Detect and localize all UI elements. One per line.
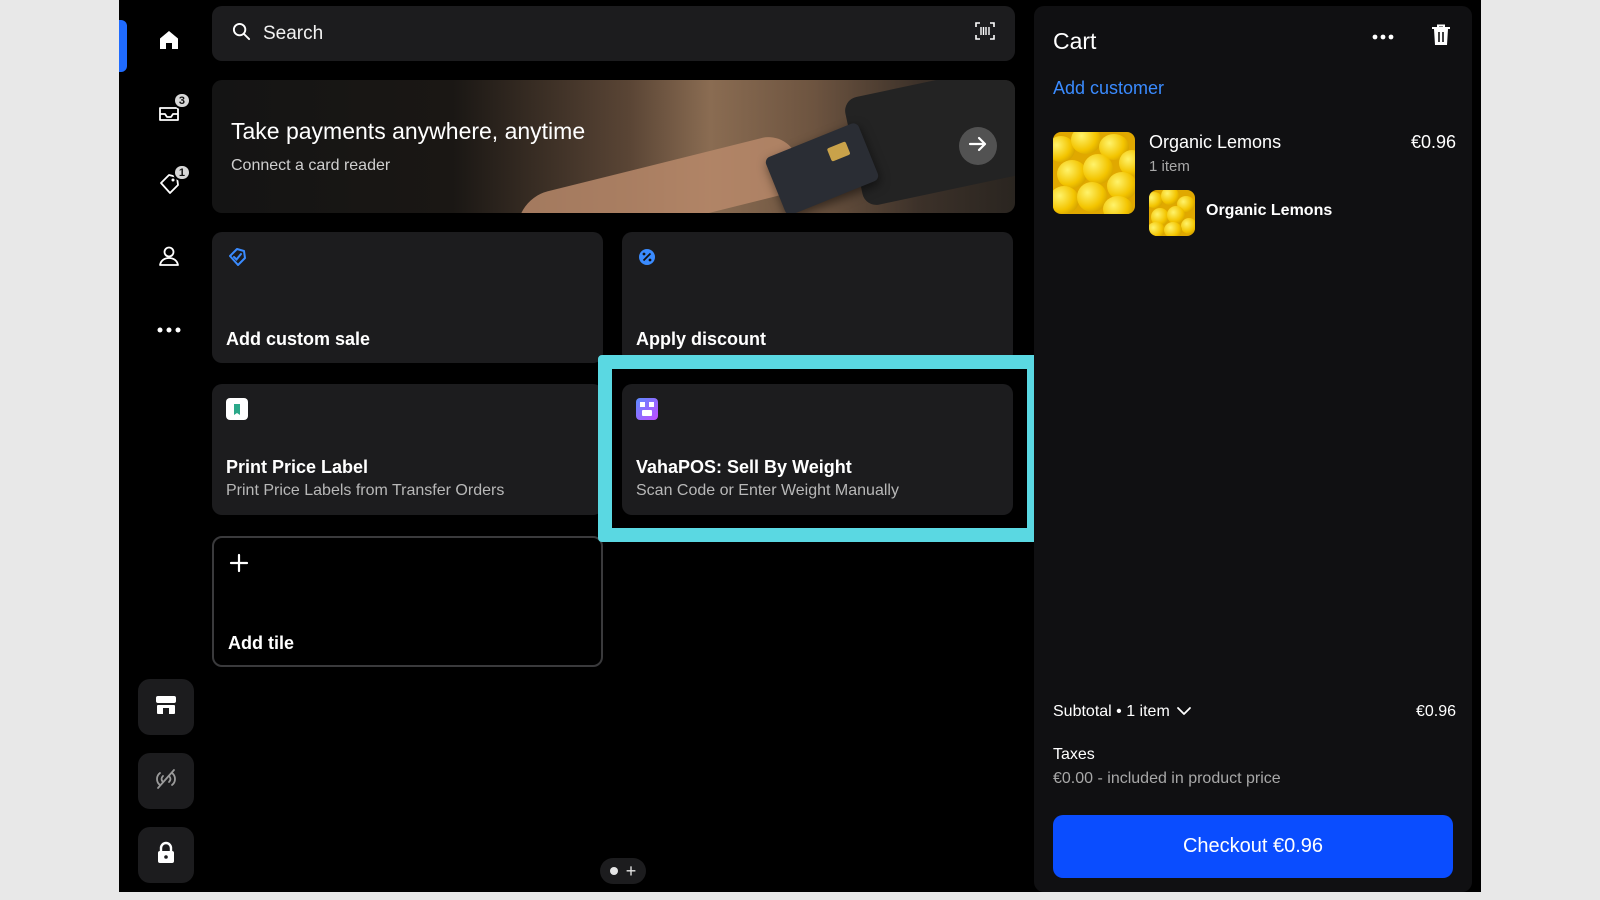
tile-subtitle: Print Price Labels from Transfer Orders — [226, 482, 505, 499]
pos-screen: 3 1 Search Take payments anywhere, anyti… — [119, 0, 1481, 892]
payment-card-image — [764, 121, 880, 213]
taxes-label: Taxes — [1053, 746, 1095, 763]
tile-title: Add tile — [228, 633, 294, 653]
store-icon — [154, 694, 178, 721]
banner-arrow-button[interactable] — [959, 127, 997, 165]
tile-print-price-label[interactable]: Print Price Label Print Price Labels fro… — [212, 384, 603, 515]
no-connection-icon — [153, 768, 179, 795]
add-page-icon[interactable]: + — [626, 862, 637, 880]
sidebar-item-more[interactable] — [141, 302, 197, 358]
subtotal-toggle[interactable]: Subtotal • 1 item — [1053, 703, 1192, 721]
product-thumbnail — [1053, 132, 1135, 214]
search-bar[interactable]: Search — [212, 6, 1015, 61]
page-indicator[interactable]: + — [600, 858, 646, 884]
modifier-thumbnail — [1149, 190, 1195, 236]
sidebar: 3 1 — [119, 0, 214, 892]
tile-title: VahaPOS: Sell By Weight — [636, 457, 852, 477]
cart-item-name[interactable]: Organic Lemons — [1149, 132, 1281, 153]
checkout-button[interactable]: Checkout €0.96 — [1053, 815, 1453, 878]
cart-title: Cart — [1053, 28, 1097, 54]
card-reader-banner[interactable]: Take payments anywhere, anytime Connect … — [212, 80, 1015, 213]
sidebar-item-inbox[interactable]: 3 — [141, 86, 197, 142]
search-placeholder: Search — [263, 22, 324, 44]
cart-item-quantity: 1 item — [1149, 158, 1190, 175]
add-customer-link[interactable]: Add customer — [1053, 78, 1164, 99]
arrow-right-icon — [968, 135, 988, 158]
tile-add-custom-sale[interactable]: Add custom sale — [212, 232, 603, 363]
tile-vahapos-sell-by-weight[interactable]: VahaPOS: Sell By Weight Scan Code or Ent… — [622, 384, 1013, 515]
sidebar-item-home[interactable] — [141, 14, 197, 70]
vahapos-app-icon — [636, 398, 658, 420]
lock-icon — [156, 841, 176, 870]
barcode-scan-icon[interactable] — [975, 22, 995, 45]
search-icon — [232, 22, 251, 46]
banner-subtitle: Connect a card reader — [231, 157, 391, 174]
discount-icon — [636, 246, 658, 268]
more-icon — [156, 321, 182, 339]
sidebar-item-tags[interactable]: 1 — [141, 158, 197, 214]
connection-button[interactable] — [138, 753, 194, 809]
page-dot[interactable] — [609, 867, 618, 875]
cart-item-modifier: Organic Lemons — [1206, 202, 1333, 219]
taxes-detail: €0.00 - included in product price — [1053, 770, 1281, 787]
home-icon — [157, 28, 181, 57]
chevron-down-icon — [1176, 703, 1192, 721]
tile-apply-discount[interactable]: Apply discount — [622, 232, 1013, 363]
person-icon — [156, 243, 182, 274]
active-indicator — [119, 20, 127, 72]
store-button[interactable] — [138, 679, 194, 735]
subtotal-value: €0.96 — [1415, 703, 1456, 720]
custom-sale-icon — [226, 246, 248, 268]
plus-icon — [228, 552, 250, 574]
cart-panel: Cart Add customer Organic Lemons 1 item … — [1034, 6, 1472, 892]
print-label-app-icon — [226, 398, 248, 420]
tag-badge: 1 — [172, 164, 191, 181]
cart-item-price: €0.96 — [1410, 132, 1456, 152]
trash-icon[interactable] — [1431, 24, 1451, 51]
cart-more-icon[interactable] — [1371, 28, 1395, 46]
tile-title: Add custom sale — [226, 329, 371, 349]
tile-title: Apply discount — [636, 329, 766, 349]
tile-title: Print Price Label — [226, 457, 369, 477]
tile-subtitle: Scan Code or Enter Weight Manually — [636, 482, 899, 499]
banner-title: Take payments anywhere, anytime — [231, 118, 586, 144]
tile-add-tile[interactable]: Add tile — [212, 536, 603, 667]
subtotal-label: Subtotal • 1 item — [1053, 703, 1170, 720]
inbox-badge: 3 — [172, 92, 191, 109]
sidebar-item-customers[interactable] — [141, 230, 197, 286]
lock-button[interactable] — [138, 827, 194, 883]
